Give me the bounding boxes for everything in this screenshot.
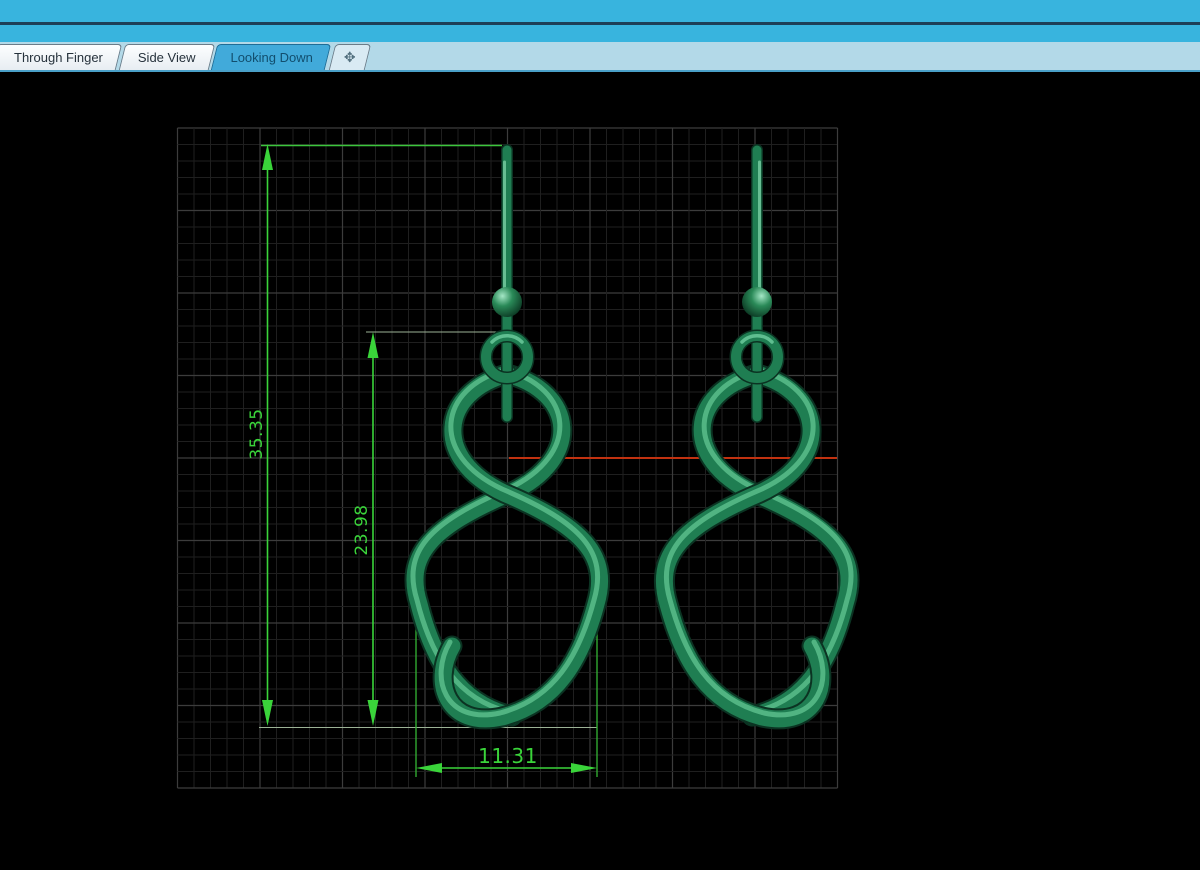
- tab-label: Through Finger: [14, 49, 103, 65]
- viewport-canvas[interactable]: 35.35 23.98 11.31: [0, 72, 1200, 870]
- tab-label: Side View: [137, 49, 196, 65]
- toolbar-strip: [0, 25, 1200, 42]
- move-icon: ✥: [343, 48, 356, 65]
- tab-side-view[interactable]: Side View: [118, 44, 215, 70]
- viewport-tab-strip: Through Finger Side View Looking Down ✥: [0, 42, 1200, 70]
- cad-viewport[interactable]: 35.35 23.98 11.31: [0, 72, 1200, 870]
- viewport-tabs: Through Finger Side View Looking Down ✥: [0, 44, 371, 70]
- application-window: Through Finger Side View Looking Down ✥: [0, 0, 1200, 870]
- arrow-up-icon: [262, 144, 273, 170]
- tab-label: Looking Down: [230, 49, 313, 65]
- title-bar: [0, 0, 1200, 22]
- tab-move-button[interactable]: ✥: [328, 44, 371, 70]
- earring-right[interactable]: [664, 150, 851, 719]
- earring-left[interactable]: [413, 150, 600, 719]
- dim-text-overall-height: 35.35: [247, 408, 267, 459]
- dim-text-width: 11.31: [478, 744, 538, 768]
- dim-text-inner-height: 23.98: [352, 504, 372, 555]
- tab-looking-down[interactable]: Looking Down: [211, 44, 333, 70]
- tab-through-finger[interactable]: Through Finger: [0, 44, 123, 70]
- arrow-up-icon: [367, 332, 379, 358]
